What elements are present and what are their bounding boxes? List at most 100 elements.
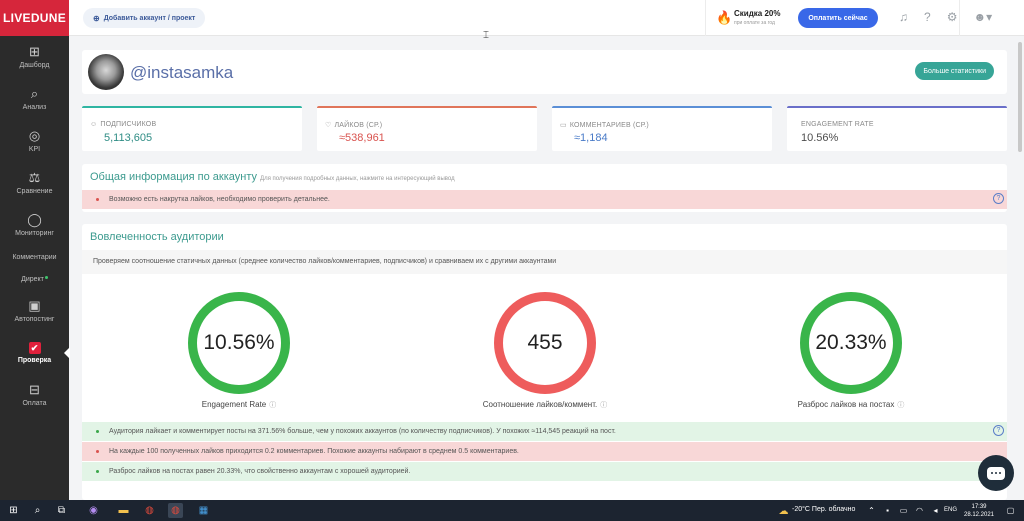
scales-icon: ⚖ xyxy=(28,170,41,185)
taskbar: ⊞ ⌕ ⧉ ◉ ▬ ◍ ◍ ▦ ☁ -20°C Пер. облачно ⌃ ▪… xyxy=(0,500,1024,521)
alert-row[interactable]: Разброс лайков на постах равен 20.33%, ч… xyxy=(82,462,1007,481)
sidebar-item-autoposting[interactable]: ▣ Автопостинг xyxy=(0,290,69,332)
engagement-rate-ring[interactable]: 10.56% xyxy=(188,292,290,394)
sidebar-item-label: Комментарии xyxy=(12,253,57,261)
alert-row[interactable]: Возможно есть накрутка лайков, необходим… xyxy=(82,190,1007,209)
stat-value: 5,113,605 xyxy=(104,132,153,144)
alert-text: Возможно есть накрутка лайков, необходим… xyxy=(109,196,330,203)
add-account-icon: ⊕ xyxy=(93,13,100,23)
ring-label: Разброс лайков на постах ⓘ xyxy=(797,400,905,409)
wifi-icon[interactable]: ◠ xyxy=(912,503,927,518)
sidebar-item-compare[interactable]: ⚖ Сравнение xyxy=(0,162,69,204)
sidebar-item-label: Оплата xyxy=(22,400,47,407)
stat-card-comments: ▭ КОММЕНТАРИЕВ (СР.) ≈1,184 xyxy=(552,106,772,151)
calendar-icon: ▣ xyxy=(28,298,41,313)
add-account-button[interactable]: ⊕ Добавить аккаунт / проект xyxy=(83,8,206,28)
promo-subtitle: при оплате за год xyxy=(734,20,775,26)
notifications-icon[interactable]: ▢ xyxy=(1003,503,1018,518)
engagement-card: Вовлеченность аудитории Проверяем соотно… xyxy=(82,224,1007,500)
sidebar-item-label: Автопостинг xyxy=(14,316,55,323)
sidebar-item-kpi[interactable]: ◎ KPI xyxy=(0,120,69,162)
notification-dot xyxy=(44,275,48,279)
stat-label: ENGAGEMENT RATE xyxy=(801,121,874,128)
windows-start-icon[interactable]: ⊞ xyxy=(6,503,21,518)
sidebar-item-monitoring[interactable]: ◯ Мониторинг xyxy=(0,204,69,246)
alert-text: Разброс лайков на постах равен 20.33%, ч… xyxy=(109,468,411,475)
heart-icon: ♡ xyxy=(325,122,332,129)
help-icon[interactable]: ? xyxy=(993,425,1004,436)
app-icon[interactable]: ◉ xyxy=(86,503,101,518)
sidebar-item-analysis[interactable]: ⌕ Анализ xyxy=(0,78,69,120)
sidebar-item-label: Сравнение xyxy=(16,188,53,195)
likes-spread-ring[interactable]: 20.33% xyxy=(800,292,902,394)
scrollbar[interactable] xyxy=(1016,36,1024,500)
help-icon[interactable]: ? xyxy=(924,10,931,24)
sidebar-item-check[interactable]: ✔ Проверка xyxy=(0,332,70,374)
bullet-icon xyxy=(96,450,99,453)
top-icons: ♫ ? ⚙ ☻▾ xyxy=(899,10,992,24)
likes-comments-ratio-ring[interactable]: 455 xyxy=(494,292,596,394)
sidebar-item-label: KPI xyxy=(28,146,41,153)
sidebar-item-comments[interactable]: Комментарии xyxy=(0,246,69,268)
section-title: Общая информация по аккаунту Для получени… xyxy=(90,171,455,183)
info-icon[interactable]: ⓘ xyxy=(600,402,607,409)
clock[interactable]: 17:39 28.12.2021 xyxy=(962,503,996,519)
chat-button[interactable] xyxy=(978,455,1014,491)
stat-label: ▭ КОММЕНТАРИЕВ (СР.) xyxy=(560,122,649,129)
stat-label: ♡ ЛАЙКОВ (СР.) xyxy=(325,122,383,129)
sidebar-item-dashboard[interactable]: ⊞ Дашборд xyxy=(0,36,69,78)
chrome-active-icon[interactable]: ◍ xyxy=(168,503,183,518)
sidebar-item-payment[interactable]: ⊟ Оплата xyxy=(0,374,69,416)
stat-card-engagement: ENGAGEMENT RATE 10.56% xyxy=(787,106,1007,151)
stat-value: 10.56% xyxy=(801,132,839,144)
chrome-icon[interactable]: ◍ xyxy=(142,503,157,518)
chat-bubble-icon: ◯ xyxy=(27,212,42,227)
stat-card-followers: ☺ ПОДПИСЧИКОВ 5,113,605 xyxy=(82,106,302,151)
section-description: Проверяем соотношение статичных данных (… xyxy=(82,250,1007,274)
alert-text: На каждые 100 полученных лайков приходит… xyxy=(109,448,519,455)
ring-value: 455 xyxy=(527,331,563,354)
sidebar-item-label: Дашборд xyxy=(19,62,50,69)
grid-icon: ⊞ xyxy=(29,44,40,59)
help-icon[interactable]: ? xyxy=(993,193,1004,204)
promo-title: Скидка 20% xyxy=(734,9,781,18)
more-stats-button[interactable]: Больше статистики xyxy=(915,62,994,80)
stat-label: ☺ ПОДПИСЧИКОВ xyxy=(90,121,157,128)
bell-icon[interactable]: ♫ xyxy=(899,10,908,24)
folder-icon[interactable]: ▬ xyxy=(116,503,131,518)
pay-now-button[interactable]: Оплатить сейчас xyxy=(798,8,878,28)
network-icon[interactable]: ▭ xyxy=(896,503,911,518)
search-icon[interactable]: ⌕ xyxy=(30,503,45,518)
chat-icon xyxy=(987,466,1005,480)
bullet-icon xyxy=(96,470,99,473)
scrollbar-thumb[interactable] xyxy=(1018,42,1022,152)
avatar xyxy=(88,54,124,90)
add-account-label: Добавить аккаунт / проект xyxy=(103,14,196,22)
info-icon[interactable]: ⓘ xyxy=(897,402,904,409)
logo[interactable]: LIVEDUNE xyxy=(0,0,69,36)
app-window-icon[interactable]: ▦ xyxy=(196,503,211,518)
volume-icon[interactable]: ◂ xyxy=(928,503,943,518)
ring-label: Соотношение лайков/коммент. ⓘ xyxy=(482,400,608,409)
alert-row[interactable]: На каждые 100 полученных лайков приходит… xyxy=(82,442,1007,461)
ring-value: 10.56% xyxy=(203,331,275,354)
topbar: ⊕ Добавить аккаунт / проект ⌶ 🔥 Скидка 2… xyxy=(69,0,1024,41)
sidebar-item-label: Директ xyxy=(21,275,48,283)
user-menu-icon[interactable]: ☻▾ xyxy=(973,10,992,24)
sidebar-item-direct[interactable]: Директ xyxy=(0,268,69,290)
basket-icon: ⊟ xyxy=(29,382,40,397)
weather-icon: ☁ xyxy=(778,506,789,517)
task-view-icon[interactable]: ⧉ xyxy=(54,503,69,518)
general-info-card: Общая информация по аккаунту Для получени… xyxy=(82,164,1007,212)
target-icon: ◎ xyxy=(28,128,41,143)
alert-row[interactable]: Аудитория лайкает и комментирует посты н… xyxy=(82,422,1007,441)
info-icon[interactable]: ⓘ xyxy=(269,402,276,409)
profile-card: @instasamka Больше статистики xyxy=(82,50,1007,94)
stat-value: ≈1,184 xyxy=(574,132,608,144)
section-hint: Для получения подробных данных, нажмите … xyxy=(260,176,455,182)
gear-icon[interactable]: ⚙ xyxy=(947,10,958,24)
comment-icon: ▭ xyxy=(560,122,567,129)
tray-up-icon[interactable]: ⌃ xyxy=(864,503,879,518)
tray-app-icon[interactable]: ▪ xyxy=(880,503,895,518)
language-indicator[interactable]: ENG xyxy=(944,507,957,513)
